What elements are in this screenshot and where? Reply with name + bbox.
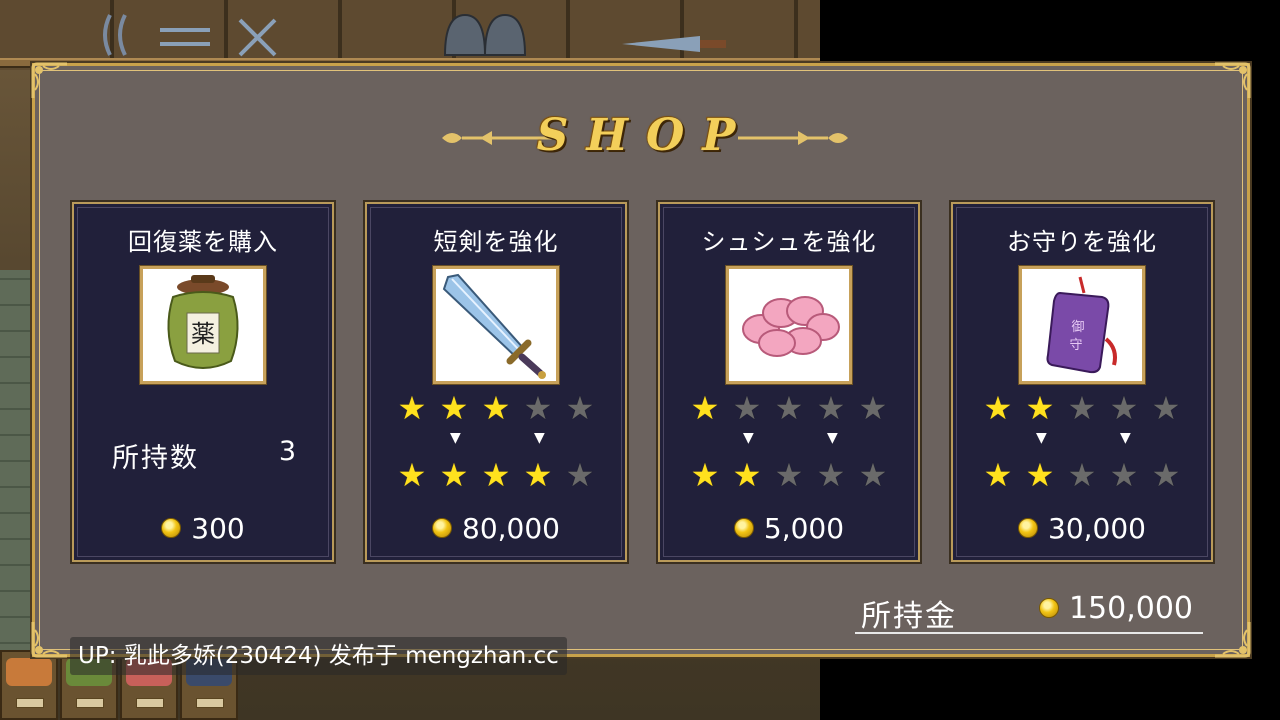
money-label: 所持金 [861, 599, 957, 634]
star-empty-icon: ★ [1151, 389, 1181, 427]
owned-count-label: 所持数 [112, 443, 199, 474]
watermark-text: UP: 乳此多娇(230424) 发布于 mengzhan.cc [70, 637, 567, 675]
star-filled-icon: ★ [690, 389, 720, 427]
card-title: お守りを強化 [1007, 228, 1157, 256]
item-image-frame: 御 守 [1018, 265, 1146, 385]
star-filled-icon: ★ [439, 456, 469, 494]
shop-card-charm[interactable]: お守りを強化 御 守 ★ ★ ★ ★ ★ ▼ ▼ ★ ★ ★ ★ ★ 30,000 [949, 200, 1215, 564]
gold-coin-icon [432, 518, 452, 538]
star-empty-icon: ★ [1067, 389, 1097, 427]
price-value: 300 [191, 512, 245, 545]
star-filled-icon: ★ [481, 456, 511, 494]
item-image-frame [432, 265, 560, 385]
star-empty-icon: ★ [565, 389, 595, 427]
card-title: 回復薬を購入 [128, 228, 278, 256]
star-filled-icon: ★ [983, 456, 1013, 494]
upgrade-arrows: ▼ ▼ [660, 430, 918, 450]
star-empty-icon: ★ [1151, 456, 1181, 494]
down-arrow-icon: ▼ [827, 430, 838, 446]
star-rating-current: ★ ★ ★ ★ ★ [367, 390, 625, 426]
shop-card-potion[interactable]: 回復薬を購入 薬 所持数 3 300 [70, 200, 336, 564]
price: 5,000 [660, 512, 918, 545]
medicine-jar-icon: 薬 [167, 275, 239, 369]
star-filled-icon: ★ [690, 456, 720, 494]
crate [0, 650, 58, 720]
star-rating-next: ★ ★ ★ ★ ★ [953, 457, 1211, 493]
star-filled-icon: ★ [732, 456, 762, 494]
money-display: 所持金 150,000 [855, 591, 1203, 634]
upgrade-arrows: ▼ ▼ [367, 430, 625, 450]
scrunchie-icon [742, 296, 840, 357]
star-empty-icon: ★ [1109, 456, 1139, 494]
svg-text:守: 守 [1069, 338, 1082, 353]
star-empty-icon: ★ [1109, 389, 1139, 427]
gold-coin-icon [733, 518, 754, 538]
item-image-frame [725, 265, 853, 385]
star-filled-icon: ★ [397, 456, 427, 494]
shop-title-banner: SHOP [440, 106, 850, 166]
star-filled-icon: ★ [397, 389, 427, 427]
down-arrow-icon: ▼ [1120, 430, 1131, 446]
money-underline [855, 632, 1203, 634]
star-empty-icon: ★ [816, 456, 846, 494]
star-empty-icon: ★ [523, 389, 553, 427]
down-arrow-icon: ▼ [450, 430, 461, 446]
star-filled-icon: ★ [1025, 456, 1055, 494]
star-rating-next: ★ ★ ★ ★ ★ [660, 457, 918, 493]
down-arrow-icon: ▼ [534, 430, 545, 446]
star-empty-icon: ★ [816, 389, 846, 427]
card-title: 短剣を強化 [433, 228, 559, 256]
shop-card-scrunchie[interactable]: シュシュを強化 ★ ★ ★ ★ ★ ▼ ▼ ★ ★ ★ ★ ★ 5,000 [656, 200, 922, 564]
shop-card-dagger[interactable]: 短剣を強化 ★ ★ ★ ★ ★ ▼ ▼ ★ ★ ★ ★ ★ 80,000 [363, 200, 629, 564]
down-arrow-icon: ▼ [743, 430, 754, 446]
price-value: 5,000 [763, 512, 845, 545]
star-filled-icon: ★ [523, 456, 553, 494]
price: 30,000 [953, 512, 1211, 545]
price-value: 30,000 [1048, 512, 1146, 545]
star-rating-current: ★ ★ ★ ★ ★ [660, 390, 918, 426]
title-flourish-right-icon [738, 131, 848, 145]
star-empty-icon: ★ [858, 456, 888, 494]
corner-ornament [29, 60, 71, 102]
star-empty-icon: ★ [858, 389, 888, 427]
gold-coin-icon [1018, 518, 1038, 538]
svg-text:薬: 薬 [191, 320, 215, 348]
item-image-frame: 薬 [139, 265, 267, 385]
money-amount: 150,000 [1068, 591, 1193, 626]
dagger-icon [442, 273, 546, 379]
gold-coin-icon [161, 518, 182, 538]
star-filled-icon: ★ [983, 389, 1013, 427]
corner-ornament [1211, 618, 1253, 660]
star-empty-icon: ★ [565, 456, 595, 494]
omamori-charm-icon: 御 守 [1046, 276, 1117, 374]
corner-ornament [1211, 60, 1253, 102]
star-rating-next: ★ ★ ★ ★ ★ [367, 457, 625, 493]
svg-text:御: 御 [1071, 320, 1084, 335]
owned-count-value: 3 [278, 436, 296, 467]
star-empty-icon: ★ [774, 456, 804, 494]
rack-sword-icon [622, 36, 726, 52]
weapon-rack-icon [103, 14, 277, 57]
shop-panel: SHOP 回復薬を購入 薬 所持数 3 300 短剣を強化 ★ ★ ★ ★ ★ … [29, 60, 1253, 660]
star-rating-current: ★ ★ ★ ★ ★ [953, 390, 1211, 426]
down-arrow-icon: ▼ [1036, 430, 1047, 446]
card-title: シュシュを強化 [701, 228, 877, 256]
corner-ornament [29, 618, 71, 660]
star-filled-icon: ★ [481, 389, 511, 427]
star-filled-icon: ★ [1025, 389, 1055, 427]
gold-coin-icon [1038, 597, 1059, 618]
star-filled-icon: ★ [439, 389, 469, 427]
star-empty-icon: ★ [732, 389, 762, 427]
price: 300 [74, 512, 332, 545]
price: 80,000 [367, 512, 625, 545]
star-empty-icon: ★ [1067, 456, 1097, 494]
price-value: 80,000 [462, 512, 560, 545]
money-value: 150,000 [1038, 591, 1193, 626]
upgrade-arrows: ▼ ▼ [953, 430, 1211, 450]
star-empty-icon: ★ [774, 389, 804, 427]
helmets-icon [443, 13, 527, 56]
